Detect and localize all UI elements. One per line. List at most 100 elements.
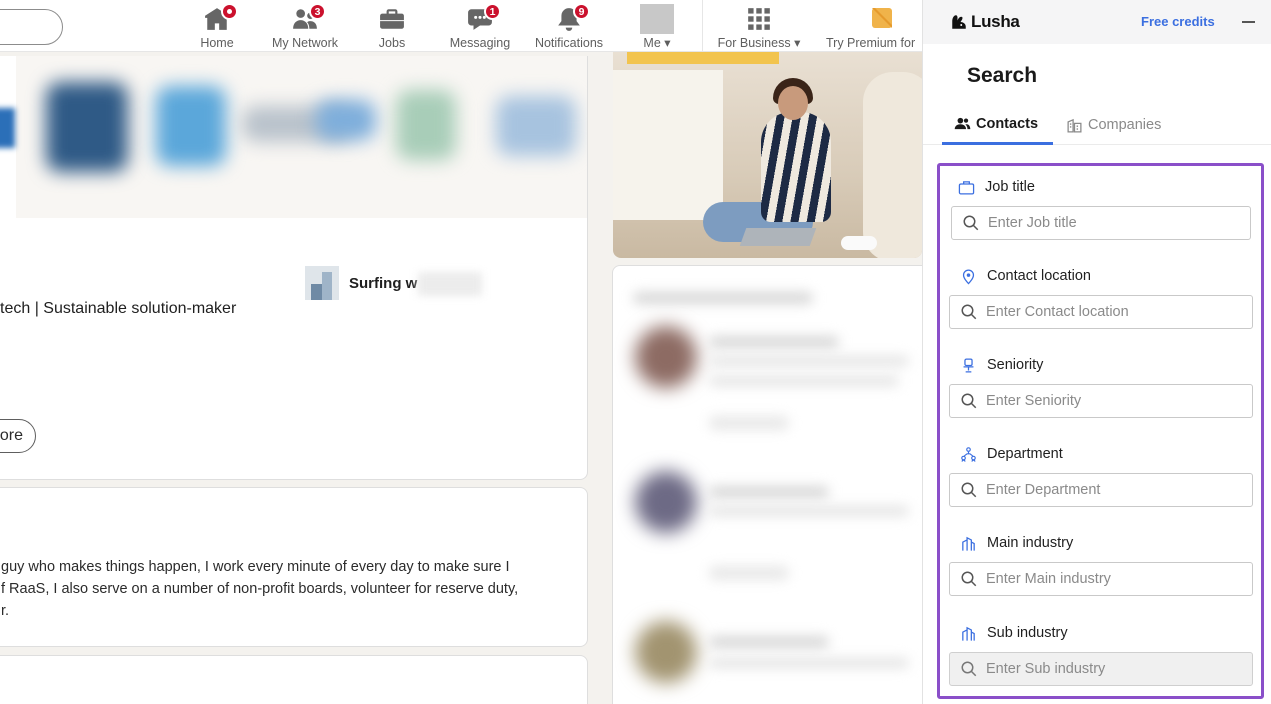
avatar	[640, 4, 674, 34]
photo-person	[761, 112, 831, 222]
blurred-logo	[156, 86, 226, 166]
photo-laptop	[739, 228, 817, 246]
minimize-icon[interactable]	[1242, 21, 1255, 23]
blurred-line	[709, 486, 829, 498]
lusha-brand: Lusha	[971, 12, 1020, 31]
filter-department: Department	[940, 443, 1261, 532]
building-icon	[1067, 118, 1082, 133]
photo-person-2	[863, 72, 922, 258]
people-icon: 3	[292, 3, 326, 32]
filter-label-text: Seniority	[987, 357, 1044, 373]
main-industry-input-box[interactable]	[949, 562, 1253, 596]
tab-contacts[interactable]: Contacts	[942, 105, 1053, 145]
blurred-line	[709, 356, 909, 366]
filter-label-text: Main industry	[987, 535, 1074, 551]
nav-divider	[702, 0, 703, 52]
main-industry-input[interactable]	[986, 571, 1236, 587]
chevron-down-icon: ▾	[794, 36, 801, 50]
seniority-input-box[interactable]	[949, 384, 1253, 418]
filter-label: Sub industry	[960, 622, 1068, 644]
nav-home-label: Home	[200, 36, 234, 50]
nav-me-label-wrap: Me ▾	[643, 36, 670, 50]
contacts-icon	[954, 117, 971, 130]
filter-label: Department	[960, 443, 1063, 465]
panel-title: Search	[967, 64, 1038, 87]
profile-headline: tech | Sustainable solution-maker	[0, 300, 237, 317]
lusha-header: Lusha Free credits	[923, 0, 1271, 44]
nav-home[interactable]: Home	[196, 3, 238, 50]
industry-icon	[962, 536, 975, 551]
nav-for-business[interactable]: For Business ▾	[714, 4, 804, 50]
chevron-down-icon: ▾	[664, 36, 671, 50]
org-chart-icon	[961, 446, 976, 462]
tab-contacts-label: Contacts	[976, 115, 1039, 132]
blurred-logo	[396, 90, 456, 160]
blurred-avatar	[635, 471, 697, 533]
about-card: guy who makes things happen, I work ever…	[0, 487, 588, 647]
photo-window	[613, 70, 723, 220]
filter-seniority: Seniority	[940, 354, 1261, 443]
about-line: r.	[1, 603, 10, 619]
home-notification-dot	[221, 3, 238, 20]
seniority-input[interactable]	[986, 393, 1236, 409]
linkedin-top-nav: Home 3 My Network Jobs 1 Messaging 9 Not…	[0, 0, 922, 52]
job-title-input[interactable]	[988, 215, 1238, 231]
more-button[interactable]: ore	[0, 419, 36, 453]
next-card	[0, 655, 588, 704]
nav-my-network[interactable]: 3 My Network	[268, 3, 342, 50]
nav-notifications[interactable]: 9 Notifications	[531, 3, 607, 50]
nav-jobs[interactable]: Jobs	[376, 4, 408, 50]
filter-label-text: Contact location	[987, 268, 1091, 284]
photo-shoe	[841, 236, 877, 250]
blurred-line	[709, 416, 789, 430]
filter-label: Main industry	[960, 532, 1073, 554]
search-icon	[961, 661, 977, 677]
notifications-badge: 9	[573, 3, 590, 20]
location-pin-icon	[962, 269, 975, 284]
contact-location-input-box[interactable]	[949, 295, 1253, 329]
blurred-line	[709, 336, 839, 348]
nav-try-premium[interactable]: Try Premium for	[826, 4, 922, 50]
blurred-line	[709, 376, 899, 386]
job-title-input-box[interactable]	[951, 206, 1251, 240]
briefcase-icon	[379, 6, 405, 32]
global-search-input[interactable]	[0, 9, 63, 45]
sub-industry-input-box[interactable]	[949, 652, 1253, 686]
blurred-line	[633, 292, 813, 304]
lusha-panel: Lusha Free credits Search Contacts Compa…	[922, 0, 1271, 704]
filter-label: Job title	[958, 176, 1035, 198]
more-button-label: ore	[0, 427, 23, 444]
company-logo[interactable]	[305, 266, 339, 300]
photo-head	[778, 86, 808, 120]
sub-industry-input[interactable]	[986, 661, 1236, 677]
promo-banner	[627, 52, 779, 64]
blurred-avatar	[635, 621, 697, 683]
contact-location-input[interactable]	[986, 304, 1236, 320]
blurred-line	[709, 506, 909, 516]
nav-for-business-label: For Business	[717, 36, 791, 50]
search-icon	[961, 571, 977, 587]
about-line: f RaaS, I also serve on a number of non-…	[1, 581, 519, 597]
free-credits-link[interactable]: Free credits	[1141, 14, 1215, 29]
suggestions-card	[612, 265, 932, 704]
blurred-line	[709, 636, 829, 648]
filter-label-text: Sub industry	[987, 625, 1068, 641]
search-tabs: Contacts Companies	[923, 105, 1271, 145]
filter-main-industry: Main industry	[940, 532, 1261, 621]
nav-messaging[interactable]: 1 Messaging	[448, 3, 512, 50]
industry-icon	[962, 626, 975, 641]
chat-icon: 1	[467, 3, 501, 32]
filter-job-title: Job title	[940, 176, 1261, 265]
search-icon	[961, 304, 977, 320]
blurred-logo	[496, 96, 576, 156]
promo-photo-ad[interactable]	[613, 52, 922, 258]
department-input-box[interactable]	[949, 473, 1253, 507]
search-icon	[963, 215, 979, 231]
company-name[interactable]: Surfing w	[349, 275, 417, 292]
tab-companies[interactable]: Companies	[1066, 105, 1161, 145]
filter-sub-industry: Sub industry	[940, 622, 1261, 704]
briefcase-icon	[958, 180, 975, 195]
department-input[interactable]	[986, 482, 1236, 498]
nav-my-network-label: My Network	[272, 36, 338, 50]
nav-me[interactable]: Me ▾	[636, 4, 678, 50]
